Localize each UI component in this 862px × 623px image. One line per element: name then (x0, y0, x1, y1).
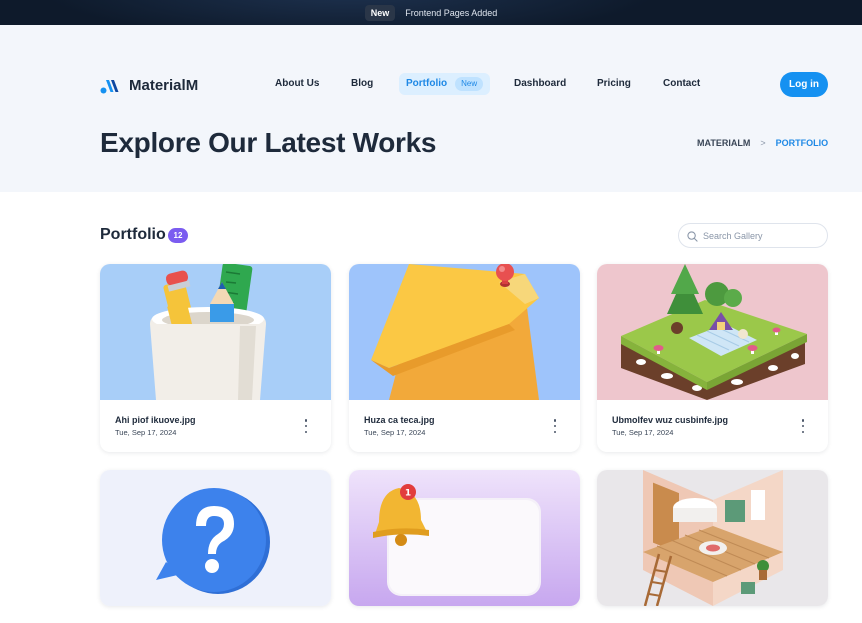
nav-portfolio-new-badge: New (455, 77, 484, 91)
announcement-bar: New Frontend Pages Added (0, 0, 862, 25)
pencil-cup-image[interactable] (100, 264, 331, 400)
portfolio-card[interactable]: Ahi piof ikuove.jpg Tue, Sep 17, 2024 (100, 264, 331, 452)
card-filename: Ahi piof ikuove.jpg (115, 415, 196, 425)
svg-text:1: 1 (405, 489, 411, 499)
breadcrumb-separator: > (760, 138, 766, 148)
portfolio-count-badge: 12 (168, 228, 188, 243)
nav-about-us[interactable]: About Us (275, 73, 319, 95)
announcement-message[interactable]: Frontend Pages Added (405, 8, 497, 18)
notification-bell-image[interactable]: 1 (349, 470, 580, 606)
gallery-search[interactable] (678, 223, 828, 248)
portfolio-card[interactable] (100, 470, 331, 606)
portfolio-card[interactable] (597, 470, 828, 606)
breadcrumb-home[interactable]: MATERIALM (697, 138, 750, 148)
nav-contact[interactable]: Contact (663, 73, 700, 95)
portfolio-title: Portfolio (100, 226, 166, 243)
hero-section: MaterialM About Us Blog Portfolio New Da… (0, 25, 862, 192)
card-date: Tue, Sep 17, 2024 (612, 428, 674, 437)
nav-pricing[interactable]: Pricing (597, 73, 631, 95)
nav-blog[interactable]: Blog (351, 73, 373, 95)
more-options-icon[interactable] (552, 419, 558, 433)
nav-portfolio[interactable]: Portfolio New (399, 73, 491, 95)
sticky-note-image[interactable] (349, 264, 580, 400)
more-options-icon[interactable] (303, 419, 309, 433)
main-nav: About Us Blog Portfolio New Dashboard Pr… (0, 73, 862, 95)
card-filename: Ubmolfev wuz cusbinfe.jpg (612, 415, 729, 425)
question-bubble-image[interactable] (100, 470, 331, 606)
nav-dashboard[interactable]: Dashboard (514, 73, 566, 95)
nav-portfolio-label: Portfolio (406, 78, 448, 89)
login-button[interactable]: Log in (780, 72, 828, 97)
card-filename: Huza ca teca.jpg (364, 415, 435, 425)
card-date: Tue, Sep 17, 2024 (364, 428, 426, 437)
page-title: Explore Our Latest Works (100, 127, 437, 158)
isometric-room-image[interactable] (597, 470, 828, 606)
portfolio-card[interactable]: 1 (349, 470, 580, 606)
portfolio-card[interactable]: Ubmolfev wuz cusbinfe.jpg Tue, Sep 17, 2… (597, 264, 828, 452)
more-options-icon[interactable] (800, 419, 806, 433)
search-icon (687, 231, 698, 242)
card-date: Tue, Sep 17, 2024 (115, 428, 177, 437)
search-input[interactable] (703, 230, 813, 241)
breadcrumb: MATERIALM > PORTFOLIO (697, 138, 828, 148)
picnic-island-image[interactable] (597, 264, 828, 400)
announcement-badge: New (364, 4, 396, 21)
portfolio-card[interactable]: Huza ca teca.jpg Tue, Sep 17, 2024 (349, 264, 580, 452)
breadcrumb-current: PORTFOLIO (775, 138, 829, 148)
